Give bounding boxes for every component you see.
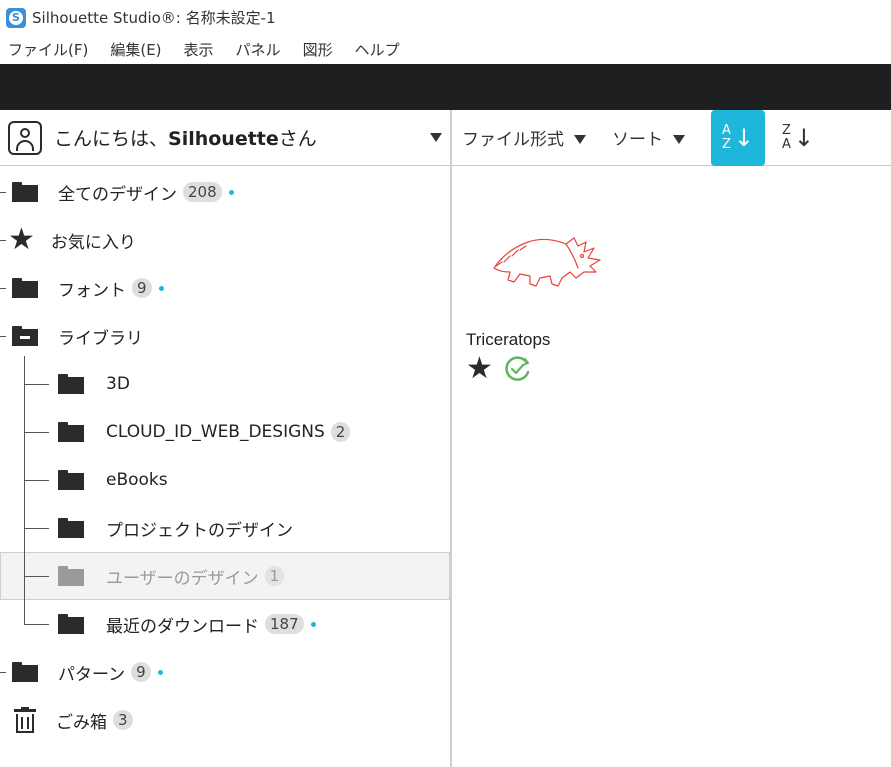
window-title: Silhouette Studio®: 名称未設定-1 <box>32 9 276 27</box>
tree-item-user-designs[interactable]: ユーザーのデザイン 1 <box>0 552 450 600</box>
favorite-star-icon[interactable]: ★ <box>466 354 493 384</box>
tree-item-all-designs[interactable]: 全てのデザイン 208 <box>0 168 450 216</box>
sort-descending-icon: ZA ↓ <box>781 122 814 152</box>
tree-item-patterns[interactable]: パターン 9 <box>0 648 450 696</box>
count-badge: 187 <box>265 614 304 634</box>
tree-item-recent-downloads[interactable]: 最近のダウンロード 187 <box>0 600 450 648</box>
star-icon: ★ <box>8 222 35 257</box>
title-bar: S Silhouette Studio®: 名称未設定-1 <box>0 0 891 35</box>
chevron-down-icon <box>574 134 586 144</box>
sort-az-button[interactable]: AZ ↓ <box>711 109 765 166</box>
folder-icon <box>58 470 84 490</box>
library-toolbar: ファイル形式 ソート AZ ↓ ZA ↓ <box>452 109 891 166</box>
chevron-down-icon[interactable] <box>430 133 442 142</box>
menu-file[interactable]: ファイル(F) <box>8 39 88 60</box>
folder-icon <box>12 662 38 682</box>
folder-icon <box>12 278 38 298</box>
tree-item-trash[interactable]: ごみ箱 3 <box>0 696 450 744</box>
design-thumbnail[interactable] <box>466 220 616 320</box>
file-type-dropdown[interactable]: ファイル形式 <box>462 125 586 150</box>
dark-toolbar <box>0 64 891 110</box>
synced-check-icon <box>505 356 530 381</box>
menu-shape[interactable]: 図形 <box>303 39 333 60</box>
folder-icon <box>58 614 84 634</box>
sort-ascending-icon: AZ ↓ <box>721 122 754 152</box>
new-indicator <box>228 189 234 195</box>
folder-icon <box>12 182 38 202</box>
design-card[interactable]: Triceratops ★ <box>466 220 626 384</box>
menu-edit[interactable]: 編集(E) <box>110 39 161 60</box>
folder-icon <box>58 566 84 586</box>
tree-item-fonts[interactable]: フォント 9 <box>0 264 450 312</box>
user-account-header[interactable]: こんにちは、Silhouetteさん <box>0 110 450 166</box>
greeting: こんにちは、Silhouetteさん <box>54 128 317 150</box>
count-badge: 1 <box>264 566 285 586</box>
user-icon <box>8 120 42 155</box>
folder-collapse-icon[interactable] <box>12 326 38 346</box>
new-indicator <box>158 285 164 291</box>
menu-bar: ファイル(F) 編集(E) 表示 パネル 図形 ヘルプ <box>0 35 891 64</box>
folder-icon <box>58 518 84 538</box>
app-logo-icon: S <box>6 7 26 28</box>
tree-item-project-designs[interactable]: プロジェクトのデザイン <box>0 504 450 552</box>
panel-divider[interactable] <box>450 110 452 767</box>
design-name: Triceratops <box>466 330 551 349</box>
count-badge: 9 <box>131 662 151 682</box>
menu-help[interactable]: ヘルプ <box>355 39 400 60</box>
menu-view[interactable]: 表示 <box>184 39 214 60</box>
tree-connector <box>24 356 25 624</box>
count-badge: 208 <box>183 182 222 202</box>
tree-item-library[interactable]: ライブラリ <box>0 312 450 360</box>
tree-item-3d[interactable]: 3D <box>0 360 450 408</box>
chevron-down-icon <box>673 134 685 144</box>
sort-za-button[interactable]: ZA ↓ <box>771 110 825 166</box>
user-name: Silhouette <box>168 128 279 150</box>
count-badge: 3 <box>113 710 133 730</box>
count-badge: 9 <box>132 278 152 298</box>
count-badge: 2 <box>330 422 351 442</box>
tree-item-ebooks[interactable]: eBooks <box>0 456 450 504</box>
sort-dropdown[interactable]: ソート <box>612 125 685 150</box>
menu-panel[interactable]: パネル <box>236 39 281 60</box>
new-indicator <box>157 669 163 675</box>
folder-icon <box>58 374 84 394</box>
trash-icon <box>14 707 36 733</box>
tree-item-favorites[interactable]: ★ お気に入り <box>0 216 450 264</box>
tree-item-cloud-id-web-designs[interactable]: CLOUD_ID_WEB_DESIGNS 2 <box>0 408 450 456</box>
new-indicator <box>310 621 316 627</box>
folder-icon <box>58 422 84 442</box>
